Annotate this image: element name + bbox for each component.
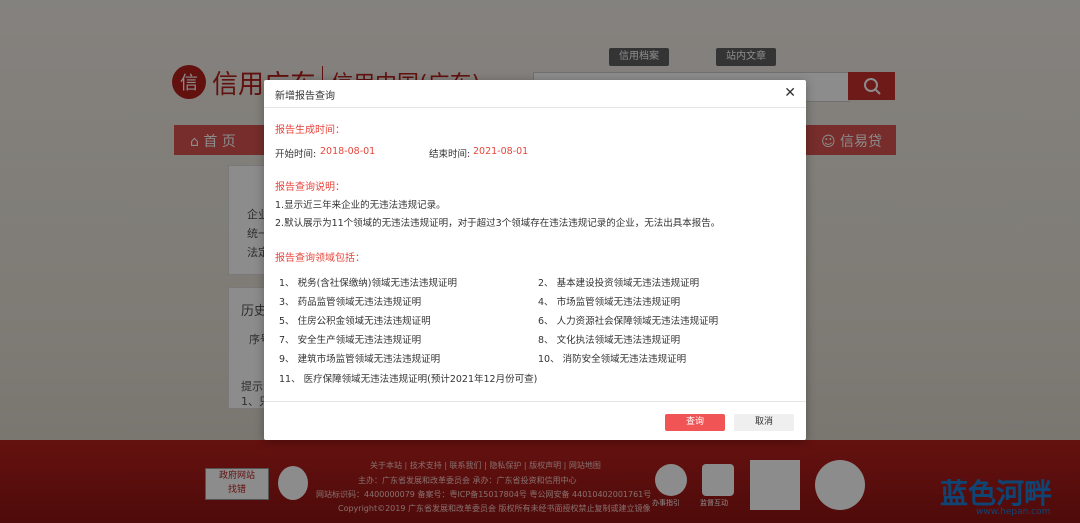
section-fields: 报告查询领域包括： [275,253,365,264]
field-item: 2、 基本建设投资领域无违法违规证明 [538,278,700,289]
dialog-title: 新增报告查询 [275,91,335,102]
cancel-button[interactable]: 取消 [734,414,794,431]
section-description: 报告查询说明： [275,182,345,193]
field-item: 8、 文化执法领域无违法违规证明 [538,335,681,346]
close-icon[interactable]: ✕ [784,85,796,101]
new-report-dialog: 新增报告查询 ✕ 报告生成时间： 开始时间: 2018-08-01 结束时间: … [264,80,806,440]
field-item: 10、 消防安全领域无违法违规证明 [538,354,687,365]
field-item: 3、 药品监管领域无违法违规证明 [279,297,422,308]
field-item: 9、 建筑市场监管领域无违法违规证明 [279,354,441,365]
field-item: 4、 市场监管领域无违法违规证明 [538,297,681,308]
dialog-header: 新增报告查询 ✕ [264,80,806,108]
section-report-time: 报告生成时间： [275,125,345,136]
field-item: 5、 住房公积金领域无违法违规证明 [279,316,431,327]
field-item: 11、 医疗保障领域无违法违规证明(预计2021年12月份可查) [279,374,538,385]
field-item: 1、 税务(含社保缴纳)领域无违法违规证明 [279,278,457,289]
start-time-label: 开始时间: [275,149,317,160]
description-line-1: 1.显示近三年来企业的无违法违规记录。 [275,200,446,211]
end-time-label: 结束时间: [429,149,471,160]
field-item: 6、 人力资源社会保障领域无违法违规证明 [538,316,719,327]
field-item: 7、 安全生产领域无违法违规证明 [279,335,422,346]
start-time-value[interactable]: 2018-08-01 [320,146,375,157]
end-time-value[interactable]: 2021-08-01 [473,146,528,157]
description-line-2: 2.默认展示为11个领域的无违法违规证明，对于超过3个领域存在违法违规记录的企业… [275,218,721,229]
dialog-footer-divider [264,401,806,402]
query-button[interactable]: 查询 [665,414,725,431]
